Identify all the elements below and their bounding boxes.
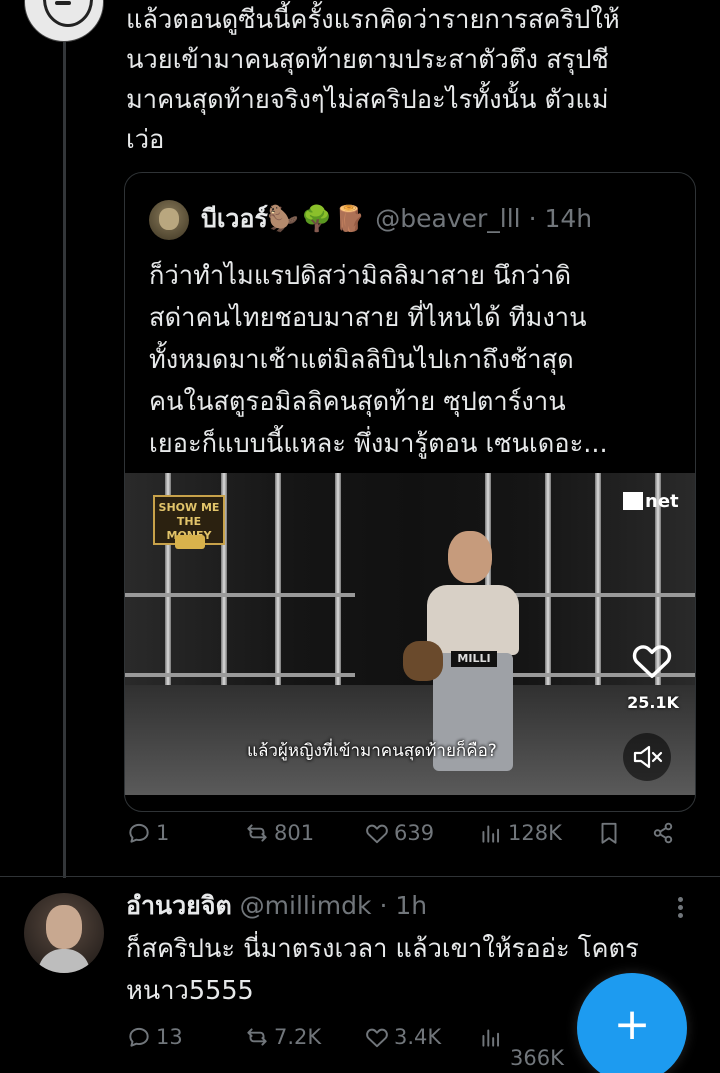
shirt-tag: MILLI bbox=[451, 651, 497, 667]
retweet-count: 7.2K bbox=[274, 1025, 322, 1049]
scaffold-bar bbox=[125, 593, 355, 597]
retweet-button[interactable]: 801 bbox=[244, 820, 314, 846]
quoted-timestamp[interactable]: · 14h bbox=[529, 204, 593, 233]
share-button[interactable] bbox=[650, 820, 676, 846]
quoted-handle[interactable]: @beaver_lll bbox=[375, 204, 520, 233]
dot-icon bbox=[677, 905, 683, 910]
reply-handle[interactable]: @millimdk bbox=[240, 891, 372, 920]
tweet-actions: 1 801 639 128K bbox=[126, 820, 696, 856]
video-player[interactable]: MILLI SHOW ME THE MONEY net แล้วผู้หญิงท… bbox=[125, 473, 695, 795]
bookmark-button[interactable] bbox=[596, 820, 622, 846]
retweet-button[interactable]: 7.2K bbox=[244, 1024, 321, 1050]
quoted-name-emojis: 🦫🌳🪵 bbox=[267, 204, 368, 233]
views-button[interactable]: 128K bbox=[478, 820, 562, 846]
video-subtitle: แล้วผู้หญิงที่เข้ามาคนสุดท้ายก็คือ? bbox=[247, 741, 497, 761]
like-count: 639 bbox=[394, 821, 435, 845]
views-button[interactable] bbox=[478, 1024, 504, 1050]
reply-count: 13 bbox=[156, 1025, 183, 1049]
analytics-icon bbox=[482, 1029, 500, 1047]
mute-button[interactable] bbox=[623, 733, 671, 781]
show-number-badge bbox=[175, 535, 205, 549]
like-button[interactable]: 639 bbox=[364, 820, 434, 846]
retweet-count: 801 bbox=[274, 821, 315, 845]
quoted-tweet-card[interactable]: บีเวอร์🦫🌳🪵 @beaver_lll · 14h ก็ว่าทำไมแร… bbox=[124, 172, 696, 812]
thread-line bbox=[63, 40, 66, 878]
reply-display-name[interactable]: อำนวยจิต bbox=[126, 891, 232, 920]
like-count: 3.4K bbox=[394, 1025, 442, 1049]
reply-button[interactable]: 13 bbox=[126, 1024, 183, 1050]
divider bbox=[0, 876, 720, 877]
person-bag bbox=[403, 641, 443, 681]
tweet-text: แล้วตอนดูซีนนี้ครั้งแรกคิดว่ารายการสคริป… bbox=[126, 5, 620, 155]
reply-header: อำนวยจิต @millimdk · 1h bbox=[126, 888, 427, 924]
reply-icon bbox=[129, 823, 149, 843]
quoted-header: บีเวอร์🦫🌳🪵 @beaver_lll · 14h bbox=[201, 201, 592, 237]
retweet-icon bbox=[247, 1028, 267, 1046]
analytics-icon bbox=[482, 825, 500, 843]
person-head bbox=[448, 531, 492, 583]
quoted-text: ก็ว่าทำไมแรปดิสว่ามิลลิมาสาย นึกว่าดิ สด… bbox=[149, 261, 608, 459]
heart-icon bbox=[366, 824, 388, 844]
reply-timestamp[interactable]: · 1h bbox=[379, 891, 427, 920]
retweet-icon bbox=[247, 824, 267, 842]
bookmark-icon bbox=[601, 822, 617, 844]
dot-icon bbox=[677, 897, 683, 902]
heart-icon[interactable] bbox=[629, 637, 675, 683]
like-button[interactable]: 3.4K bbox=[364, 1024, 441, 1050]
avatar[interactable] bbox=[24, 0, 104, 42]
video-likes-count: 25.1K bbox=[627, 693, 679, 712]
more-options-button[interactable] bbox=[668, 894, 692, 924]
reply-button[interactable]: 1 bbox=[126, 820, 169, 846]
reply-avatar[interactable] bbox=[24, 893, 104, 973]
share-icon bbox=[653, 822, 673, 844]
view-count: 128K bbox=[508, 821, 562, 845]
channel-name: net bbox=[645, 491, 679, 512]
speaker-muted-icon bbox=[633, 745, 663, 769]
reply-count: 1 bbox=[156, 821, 170, 845]
m-logo-icon bbox=[623, 492, 643, 510]
reply-icon bbox=[129, 1027, 149, 1047]
person-shirt bbox=[427, 585, 519, 655]
quoted-avatar[interactable] bbox=[149, 200, 189, 240]
video-person: MILLI bbox=[403, 527, 543, 771]
quoted-display-name[interactable]: บีเวอร์ bbox=[201, 204, 268, 233]
dot-icon bbox=[677, 913, 683, 918]
heart-icon bbox=[366, 1028, 388, 1048]
mnet-logo: net bbox=[623, 491, 679, 512]
compose-button[interactable]: + bbox=[577, 973, 687, 1073]
reply-view-count: 366K bbox=[510, 1046, 564, 1070]
scaffold-bar bbox=[125, 673, 355, 677]
